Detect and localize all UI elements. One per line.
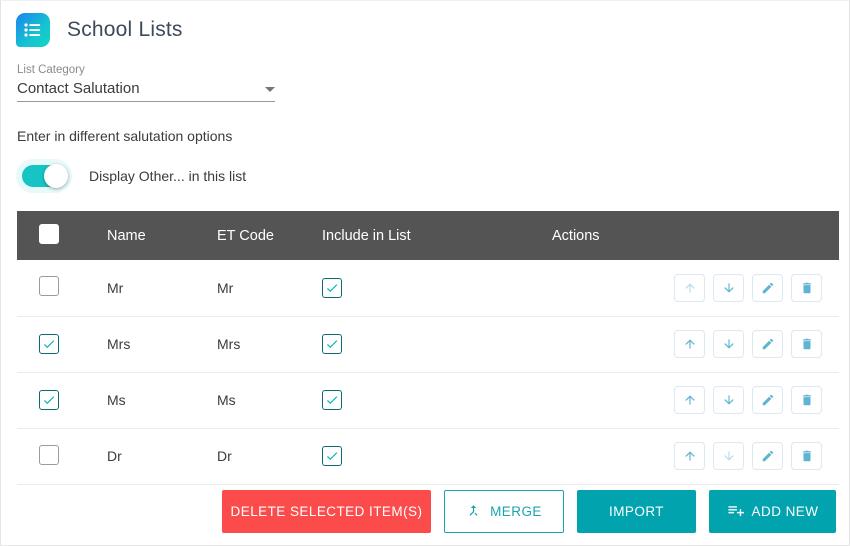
edit-button[interactable] <box>752 330 783 358</box>
import-button[interactable]: IMPORT <box>577 490 696 533</box>
merge-button[interactable]: MERGE <box>444 490 564 533</box>
row-include-checkbox[interactable] <box>322 277 342 298</box>
move-up-button[interactable] <box>674 330 705 358</box>
add-new-button[interactable]: ADD NEW <box>709 490 836 533</box>
page-title: School Lists <box>67 18 183 41</box>
table-row: Mr Mr <box>17 260 839 316</box>
row-select-checkbox[interactable] <box>39 390 59 410</box>
select-all-header <box>17 211 107 260</box>
row-include-cell <box>322 316 552 372</box>
table-header-row: Name ET Code Include in List Actions <box>17 211 839 260</box>
helper-text: Enter in different salutation options <box>17 128 233 144</box>
row-select-checkbox[interactable] <box>39 444 59 465</box>
move-up-button[interactable] <box>674 442 705 470</box>
toggle-knob <box>44 164 68 188</box>
row-include-cell <box>322 372 552 428</box>
list-category-select[interactable]: Contact Salutation <box>17 80 275 102</box>
table-row: Mrs Mrs <box>17 316 839 372</box>
move-down-button[interactable] <box>713 330 744 358</box>
delete-selected-label: DELETE SELECTED ITEM(S) <box>230 504 423 519</box>
delete-button[interactable] <box>791 442 822 470</box>
edit-button[interactable] <box>752 442 783 470</box>
table-row: Ms Ms <box>17 372 839 428</box>
row-name-cell: Dr <box>107 448 122 464</box>
school-lists-page: School Lists List Category Contact Salut… <box>0 0 850 546</box>
page-header: School Lists <box>1 1 849 47</box>
row-actions-cell <box>552 428 839 484</box>
select-all-checkbox[interactable] <box>39 223 59 244</box>
move-up-button[interactable] <box>674 386 705 414</box>
row-include-checkbox[interactable] <box>322 446 342 466</box>
row-select-cell <box>17 372 107 428</box>
display-other-toggle-label: Display Other... in this list <box>89 168 247 184</box>
row-actions-cell <box>552 372 839 428</box>
row-select-cell <box>17 316 107 372</box>
row-include-checkbox[interactable] <box>322 334 342 354</box>
row-name-cell: Mrs <box>107 336 131 352</box>
row-et-code-cell: Mr <box>217 279 234 296</box>
row-et-code-cell: Dr <box>217 448 232 464</box>
row-include-checkbox[interactable] <box>322 390 342 410</box>
move-down-button[interactable] <box>713 386 744 414</box>
column-header-et-code[interactable]: ET Code <box>217 211 322 260</box>
delete-button[interactable] <box>791 330 822 358</box>
list-category-value: Contact Salutation <box>17 80 140 97</box>
column-header-name[interactable]: Name <box>107 211 217 260</box>
table-body: Mr Mr Mrs Mrs Ms Ms Dr Dr <box>17 260 839 484</box>
row-actions-cell <box>552 260 839 316</box>
merge-label: MERGE <box>490 504 542 519</box>
display-other-toggle-row: Display Other... in this list <box>22 164 849 188</box>
delete-selected-button[interactable]: DELETE SELECTED ITEM(S) <box>222 490 431 533</box>
move-down-button[interactable] <box>713 273 744 302</box>
delete-button[interactable] <box>791 386 822 414</box>
row-name-cell: Ms <box>107 392 126 408</box>
list-icon <box>16 13 50 47</box>
table-row: Dr Dr <box>17 428 839 484</box>
edit-button[interactable] <box>752 386 783 414</box>
import-label: IMPORT <box>609 504 664 519</box>
edit-button[interactable] <box>752 273 783 302</box>
row-select-cell <box>17 260 107 316</box>
move-up-button <box>674 273 705 302</box>
row-include-cell <box>322 428 552 484</box>
list-category-label: List Category <box>17 64 85 76</box>
list-category-field: List Category Contact Salutation <box>17 63 275 102</box>
column-header-include-in-list[interactable]: Include in List <box>322 211 552 260</box>
call-merge-icon <box>466 503 481 521</box>
row-et-code-cell: Ms <box>217 392 236 408</box>
add-new-label: ADD NEW <box>751 504 819 519</box>
row-name-cell: Mr <box>107 279 124 296</box>
footer-actions: DELETE SELECTED ITEM(S) MERGE IMPORT ADD… <box>1 490 850 533</box>
chevron-down-icon <box>265 87 275 92</box>
move-down-button <box>713 442 744 470</box>
display-other-toggle[interactable] <box>22 164 68 188</box>
row-select-cell <box>17 428 107 484</box>
row-et-code-cell: Mrs <box>217 336 241 352</box>
playlist-add-icon <box>727 502 744 522</box>
row-select-checkbox[interactable] <box>39 334 59 354</box>
row-select-checkbox[interactable] <box>39 276 59 297</box>
column-header-actions: Actions <box>552 227 600 244</box>
row-include-cell <box>322 260 552 316</box>
row-actions-cell <box>552 316 839 372</box>
table-header: Name ET Code Include in List Actions <box>17 211 839 260</box>
delete-button[interactable] <box>791 273 822 302</box>
salutations-table: Name ET Code Include in List Actions Mr M… <box>17 211 839 485</box>
